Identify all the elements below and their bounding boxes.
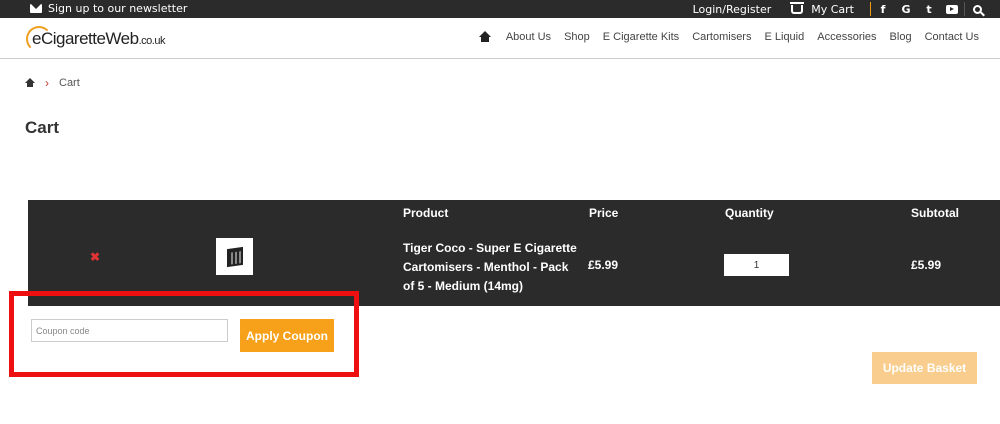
nav-e-cigarette-kits[interactable]: E Cigarette Kits — [603, 31, 679, 43]
login-register-link[interactable]: Login/Register — [693, 3, 772, 16]
top-bar: Sign up to our newsletter Login/Register… — [0, 0, 1000, 18]
newsletter-link[interactable]: Sign up to our newsletter — [30, 2, 187, 15]
nav-accessories[interactable]: Accessories — [817, 31, 876, 43]
divider — [870, 2, 871, 16]
product-image — [226, 246, 243, 267]
main-nav: About Us Shop E Cigarette Kits Cartomise… — [478, 31, 979, 43]
item-subtotal: £5.99 — [911, 258, 942, 272]
apply-coupon-button[interactable]: Apply Coupon — [240, 319, 334, 352]
divider — [964, 2, 965, 16]
breadcrumb: › Cart — [25, 76, 80, 90]
search-icon[interactable] — [973, 4, 982, 14]
nav-blog[interactable]: Blog — [890, 31, 912, 43]
cart-table: Product Price Quantity Subtotal ✖ Tiger … — [28, 200, 1000, 306]
nav-contact-us[interactable]: Contact Us — [925, 31, 979, 43]
breadcrumb-current: Cart — [59, 77, 80, 89]
quantity-input[interactable] — [724, 254, 789, 276]
my-cart-link[interactable]: My Cart — [790, 1, 854, 16]
page-title: Cart — [25, 118, 60, 137]
breadcrumb-home-icon[interactable] — [25, 77, 35, 88]
social-links: f G t — [877, 3, 958, 16]
logo-tld: .co.uk — [138, 35, 166, 47]
item-price: £5.99 — [588, 258, 619, 272]
header-product: Product — [403, 206, 449, 220]
nav-cartomisers[interactable]: Cartomisers — [692, 31, 751, 43]
home-icon[interactable] — [478, 31, 491, 42]
site-logo[interactable]: eCigaretteWeb.co.uk — [26, 26, 166, 52]
nav-shop[interactable]: Shop — [564, 31, 590, 43]
site-header: eCigaretteWeb.co.uk About Us Shop E Ciga… — [0, 18, 1000, 59]
header-price: Price — [589, 206, 619, 220]
newsletter-label: Sign up to our newsletter — [48, 2, 188, 15]
top-bar-right: Login/Register My Cart f G t — [693, 1, 982, 16]
my-cart-label: My Cart — [811, 2, 854, 16]
header-quantity: Quantity — [725, 206, 774, 220]
google-icon[interactable]: G — [900, 3, 912, 16]
nav-e-liquid[interactable]: E Liquid — [764, 31, 804, 43]
remove-item-icon[interactable]: ✖ — [90, 250, 100, 264]
product-name-link[interactable]: Tiger Coco - Super E Cigarette Cartomise… — [403, 239, 583, 296]
logo-main: eCigaretteWeb — [32, 29, 139, 48]
envelope-icon — [30, 4, 42, 13]
chevron-right-icon: › — [45, 76, 49, 90]
product-thumbnail[interactable] — [216, 238, 253, 275]
basket-icon — [790, 1, 805, 14]
header-subtotal: Subtotal — [911, 206, 959, 220]
facebook-icon[interactable]: f — [877, 3, 889, 16]
nav-about-us[interactable]: About Us — [506, 31, 551, 43]
update-basket-button[interactable]: Update Basket — [872, 352, 977, 384]
logo-text: eCigaretteWeb.co.uk — [32, 29, 165, 49]
youtube-icon[interactable] — [946, 4, 958, 14]
coupon-code-input[interactable] — [31, 319, 228, 342]
twitter-icon[interactable]: t — [923, 3, 935, 16]
